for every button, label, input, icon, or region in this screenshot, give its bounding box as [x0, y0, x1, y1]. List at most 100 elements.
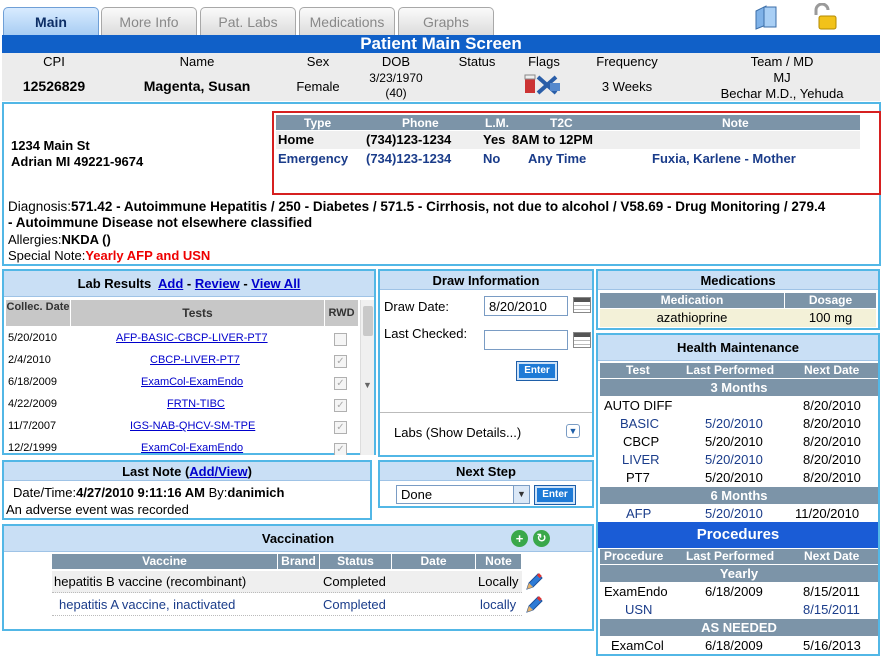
flags-label: Flags: [528, 54, 560, 69]
rwd-checkbox[interactable]: [334, 333, 347, 346]
rwd-checkbox[interactable]: ✓: [334, 443, 347, 455]
status-label: Status: [458, 54, 496, 69]
review-link[interactable]: Review: [195, 276, 240, 291]
col-note: Note: [476, 554, 521, 569]
hm-test: BASIC: [620, 416, 660, 431]
calendar-icon[interactable]: [573, 297, 591, 313]
tab-main[interactable]: Main: [3, 7, 99, 35]
folder-icon[interactable]: [752, 3, 780, 31]
rwd-checkbox[interactable]: ✓: [334, 399, 347, 412]
tab-graphs[interactable]: Graphs: [398, 7, 494, 35]
rwd-checkbox[interactable]: ✓: [334, 377, 347, 390]
col-status: Status: [320, 554, 391, 569]
allergies-label: Allergies:: [8, 232, 62, 247]
contact-type: Emergency: [278, 151, 349, 166]
vaccine-row: hepatitis B vaccine (recombinant) Comple…: [52, 571, 522, 593]
lab-test-link[interactable]: CBCP-LIVER-PT7: [150, 354, 240, 366]
last-note-title: Last Note: [122, 464, 182, 479]
vaccine-status: Completed: [323, 597, 386, 612]
labs-show-details[interactable]: Labs (Show Details...): [394, 425, 521, 440]
add-icon[interactable]: +: [511, 530, 528, 547]
chevron-down-icon[interactable]: ▼: [513, 486, 529, 503]
contact-note: Fuxia, Karlene - Mother: [652, 151, 796, 166]
frequency-value: 3 Weeks: [601, 79, 653, 94]
add-view-note-link[interactable]: Add/View: [189, 464, 247, 479]
contact-lm: Yes: [483, 132, 506, 147]
proc-last: 6/18/2009: [705, 584, 763, 599]
contacts-col-note: Note: [722, 116, 749, 130]
col-date: Date: [392, 554, 475, 569]
cpi-label: CPI: [43, 54, 65, 69]
calendar-icon[interactable]: [573, 332, 591, 348]
vaccination-table: Vaccine Brand Status Date Note hepatitis…: [52, 554, 550, 630]
diagnosis-text: 571.42 - Autoimmune Hepatitis / 250 - Di…: [8, 199, 826, 230]
contact-lm: No: [483, 151, 501, 166]
age-value: (40): [385, 86, 407, 100]
note-author: danimich: [227, 485, 285, 500]
contact-row: Emergency (734)123-1234 No Any Time Fuxi…: [276, 150, 860, 168]
allergies-text: NKDA (): [61, 232, 111, 247]
patient-name: Magenta, Susan: [143, 78, 251, 94]
pencil-icon[interactable]: [524, 572, 544, 592]
rwd-checkbox[interactable]: ✓: [334, 355, 347, 368]
col-procedure: Procedure: [604, 549, 664, 563]
proc-next: 8/15/2011: [803, 584, 860, 599]
lab-results-panel: Lab Results Add - Review - View All Coll…: [2, 269, 376, 455]
refresh-icon[interactable]: ↻: [533, 530, 550, 547]
lab-test-link[interactable]: ExamCol-ExamEndo: [141, 442, 243, 454]
special-note-text: Yearly AFP and USN: [85, 248, 211, 263]
lab-results-scrollbar[interactable]: ▼: [360, 300, 374, 455]
vaccine-name: hepatitis B vaccine (recombinant): [54, 574, 247, 589]
next-step-enter-button[interactable]: Enter: [534, 485, 576, 505]
medications-title: Medications: [598, 271, 878, 290]
hm-next: 8/20/2010: [803, 470, 861, 485]
scroll-down-arrow-icon[interactable]: ▼: [363, 380, 372, 390]
medication-dosage: 100 mg: [808, 310, 853, 325]
hm-test: AFP: [626, 506, 652, 521]
tab-medications[interactable]: Medications: [299, 7, 395, 35]
lab-results-table: Collec. Date Tests RWD 5/20/2010 AFP-BAS…: [6, 300, 358, 455]
lab-results-title: Lab Results: [77, 276, 152, 291]
draw-date-input[interactable]: 8/20/2010: [484, 296, 568, 316]
lab-date: 6/18/2009: [8, 376, 57, 388]
lock-icon[interactable]: [810, 2, 838, 31]
draw-enter-button[interactable]: Enter: [516, 361, 558, 381]
lab-date: 11/7/2007: [8, 420, 57, 432]
col-test: Test: [626, 363, 650, 377]
last-checked-input[interactable]: [484, 330, 568, 350]
hm-test: LIVER: [622, 452, 660, 467]
last-note-text: An adverse event was recorded: [6, 502, 189, 517]
rwd-checkbox[interactable]: ✓: [334, 421, 347, 434]
tab-more-info[interactable]: More Info: [101, 7, 197, 35]
last-note-header: Last Note (Add/View): [4, 462, 370, 481]
lab-test-link[interactable]: ExamCol-ExamEndo: [141, 376, 243, 388]
col-dosage: Dosage: [785, 293, 876, 308]
contact-row: Home (734)123-1234 Yes 8AM to 12PM: [276, 131, 860, 149]
pencil-icon[interactable]: [524, 595, 544, 615]
view-all-link[interactable]: View All: [251, 276, 300, 291]
lab-test-link[interactable]: IGS-NAB-QHCV-SM-TPE: [130, 420, 255, 432]
medication-row: azathioprine 100 mg: [600, 309, 876, 327]
hm-next: 8/20/2010: [803, 434, 861, 449]
sex-label: Sex: [306, 54, 330, 69]
flags-icon[interactable]: [522, 73, 566, 97]
health-maintenance-title: Health Maintenance: [598, 335, 878, 361]
draw-date-label: Draw Date:: [384, 299, 450, 314]
lab-test-link[interactable]: FRTN-TIBC: [167, 398, 225, 410]
hm-last: 5/20/2010: [705, 452, 763, 467]
note-date-label: Date/Time:: [13, 485, 77, 500]
proc-name: ExamCol: [611, 638, 664, 653]
chevron-down-icon[interactable]: ▼: [566, 424, 580, 438]
page-title: Patient Main Screen: [2, 35, 880, 53]
patient-info-panel: 1234 Main St Adrian MI 49221-9674 Type P…: [2, 102, 881, 266]
add-lab-link[interactable]: Add: [158, 276, 183, 291]
hm-last: 5/20/2010: [705, 506, 763, 521]
tab-pat-labs[interactable]: Pat. Labs: [200, 7, 296, 35]
next-step-select[interactable]: Done ▼: [396, 485, 530, 504]
scrollbar-thumb[interactable]: [363, 306, 373, 336]
col-tests: Tests: [71, 300, 324, 326]
vaccination-title: Vaccination: [4, 526, 592, 552]
lab-test-link[interactable]: AFP-BASIC-CBCP-LIVER-PT7: [116, 332, 268, 344]
contact-phone: (734)123-1234: [366, 151, 452, 166]
diagnosis-label: Diagnosis:: [8, 199, 72, 214]
